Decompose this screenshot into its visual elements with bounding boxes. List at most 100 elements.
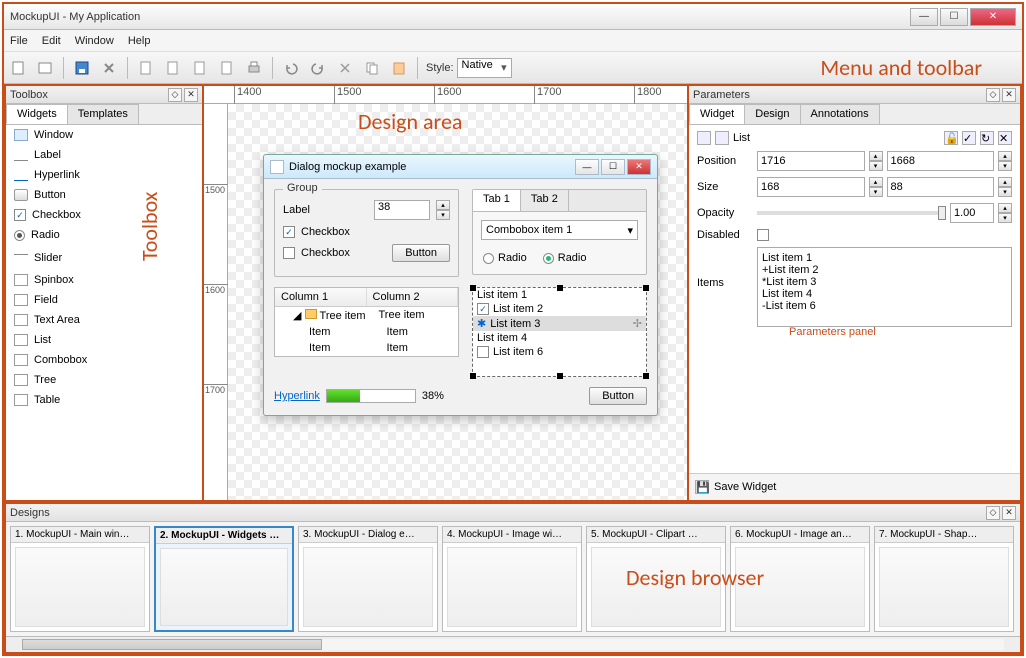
dialog-titlebar[interactable]: Dialog mockup example — ☐ ✕ (264, 155, 657, 179)
list-item: Field (6, 290, 202, 310)
design-thumb[interactable]: 6. MockupUI - Image an… (730, 526, 870, 632)
open-icon[interactable] (33, 56, 57, 80)
items-textarea[interactable]: List item 1 +List item 2 *List item 3 Li… (757, 247, 1012, 327)
design-thumb[interactable]: 3. MockupUI - Dialog e… (298, 526, 438, 632)
collapse-icon[interactable] (697, 131, 711, 145)
tab-widget[interactable]: Widget (689, 104, 745, 124)
toolbox-tabs: Widgets Templates (6, 104, 202, 125)
minimize-button[interactable]: — (910, 8, 938, 26)
undo-icon[interactable] (279, 56, 303, 80)
dialog-minimize-icon[interactable]: — (575, 159, 599, 175)
pos-x-field[interactable]: 1716 (757, 151, 865, 171)
designs-dock-icon[interactable]: ◇ (986, 506, 1000, 520)
doc2-icon[interactable] (161, 56, 185, 80)
check-icon[interactable]: ✓ (962, 131, 976, 145)
print-icon[interactable] (242, 56, 266, 80)
maximize-button[interactable]: ☐ (940, 8, 968, 26)
annotation-menu-toolbar: Menu and toolbar (820, 54, 982, 81)
menu-edit[interactable]: Edit (42, 35, 61, 47)
parameters-panel: Parameters ◇ ✕ Widget Design Annotations… (687, 84, 1022, 502)
hyperlink[interactable]: Hyperlink (274, 390, 320, 402)
opacity-slider[interactable] (757, 211, 946, 215)
tab-templates[interactable]: Templates (67, 104, 139, 124)
radio-unselected[interactable] (483, 253, 494, 264)
designs-title: Designs (10, 507, 50, 519)
list-item: Label (6, 145, 202, 165)
parameters-header: Parameters ◇ ✕ (689, 86, 1020, 104)
close-button[interactable]: ✕ (970, 8, 1016, 26)
list-widget-selected[interactable]: List item 1 List item 2 ✱List item 3✢ Li… (472, 287, 647, 377)
dialog-title: Dialog mockup example (289, 161, 406, 173)
ruler-vertical: 1500 1600 1700 (204, 104, 228, 500)
group-title: Group (283, 182, 322, 194)
tab-2[interactable]: Tab 2 (521, 190, 569, 211)
opacity-value[interactable]: 1.00 (950, 203, 994, 223)
doc1-icon[interactable] (134, 56, 158, 80)
dialog-maximize-icon[interactable]: ☐ (601, 159, 625, 175)
combobox[interactable]: Combobox item 1▾ (481, 220, 638, 240)
size-h-field[interactable]: 88 (887, 177, 995, 197)
list-item: Text Area (6, 310, 202, 330)
pos-y-field[interactable]: 1668 (887, 151, 995, 171)
tab-1[interactable]: Tab 1 (473, 190, 521, 211)
checkbox-checked[interactable] (283, 226, 295, 238)
checkbox-unchecked[interactable] (283, 247, 295, 259)
design-thumb[interactable]: 4. MockupUI - Image wi… (442, 526, 582, 632)
save-widget-label[interactable]: Save Widget (714, 481, 776, 493)
design-thumbnails: 1. MockupUI - Main win… 2. MockupUI - Wi… (6, 522, 1020, 636)
doc3-icon[interactable] (188, 56, 212, 80)
design-thumb[interactable]: 5. MockupUI - Clipart … (586, 526, 726, 632)
annotation-design-area: Design area (358, 108, 462, 135)
designs-close-icon[interactable]: ✕ (1002, 506, 1016, 520)
redo-icon[interactable] (306, 56, 330, 80)
disabled-checkbox[interactable] (757, 229, 769, 241)
paste-icon[interactable] (387, 56, 411, 80)
list-item: Checkbox (6, 205, 202, 225)
size-w-field[interactable]: 168 (757, 177, 865, 197)
toolbox-dock-icon[interactable]: ◇ (168, 88, 182, 102)
dialog-close-icon[interactable]: ✕ (627, 159, 651, 175)
toolbox-list[interactable]: Window Label Hyperlink Button Checkbox R… (6, 125, 202, 500)
design-thumb-selected[interactable]: 2. MockupUI - Widgets … (154, 526, 294, 632)
menu-file[interactable]: File (10, 35, 28, 47)
dialog-button[interactable]: Button (589, 387, 647, 405)
tab-annotations[interactable]: Annotations (800, 104, 880, 124)
app-window: MockupUI - My Application — ☐ ✕ File Edi… (2, 2, 1024, 656)
list-item: Radio (6, 225, 202, 245)
canvas[interactable]: Design area Dialog mockup example — ☐ ✕ … (228, 104, 687, 500)
refresh-icon[interactable]: ↻ (980, 131, 994, 145)
mockup-dialog[interactable]: Dialog mockup example — ☐ ✕ Group Label (263, 154, 658, 416)
design-thumb[interactable]: 7. MockupUI - Shap… (874, 526, 1014, 632)
field-label: Label (283, 204, 310, 216)
save-widget-icon[interactable]: 💾 (695, 480, 709, 494)
group-button[interactable]: Button (392, 244, 450, 262)
doc4-icon[interactable] (215, 56, 239, 80)
tree-table[interactable]: Column 1Column 2 ◢ Tree itemTree item It… (274, 287, 459, 357)
list-item: Table (6, 390, 202, 410)
tab-design[interactable]: Design (744, 104, 800, 124)
save-icon[interactable] (70, 56, 94, 80)
lock-icon[interactable]: 🔓 (944, 131, 958, 145)
label-value-field[interactable]: 38 (374, 200, 430, 220)
design-thumb[interactable]: 1. MockupUI - Main win… (10, 526, 150, 632)
style-label: Style: (426, 62, 454, 74)
tab-widgets[interactable]: Widgets (6, 104, 68, 124)
menu-help[interactable]: Help (128, 35, 151, 47)
delete-icon[interactable] (97, 56, 121, 80)
spinbox-controls[interactable]: ▴▾ (436, 200, 450, 220)
dialog-icon (270, 160, 284, 174)
params-dock-icon[interactable]: ◇ (986, 88, 1000, 102)
new-icon[interactable] (6, 56, 30, 80)
menu-window[interactable]: Window (75, 35, 114, 47)
designs-scrollbar[interactable] (6, 636, 1020, 652)
copy-icon[interactable] (360, 56, 384, 80)
params-close-icon[interactable]: ✕ (1002, 88, 1016, 102)
cut-icon[interactable] (333, 56, 357, 80)
radio-selected[interactable] (543, 253, 554, 264)
save-widget-row: 💾 Save Widget (689, 473, 1020, 500)
style-select[interactable]: Native (457, 58, 512, 78)
toolbox-close-icon[interactable]: ✕ (184, 88, 198, 102)
list-item: List (6, 330, 202, 350)
list-item: Combobox (6, 350, 202, 370)
delete-param-icon[interactable]: ✕ (998, 131, 1012, 145)
